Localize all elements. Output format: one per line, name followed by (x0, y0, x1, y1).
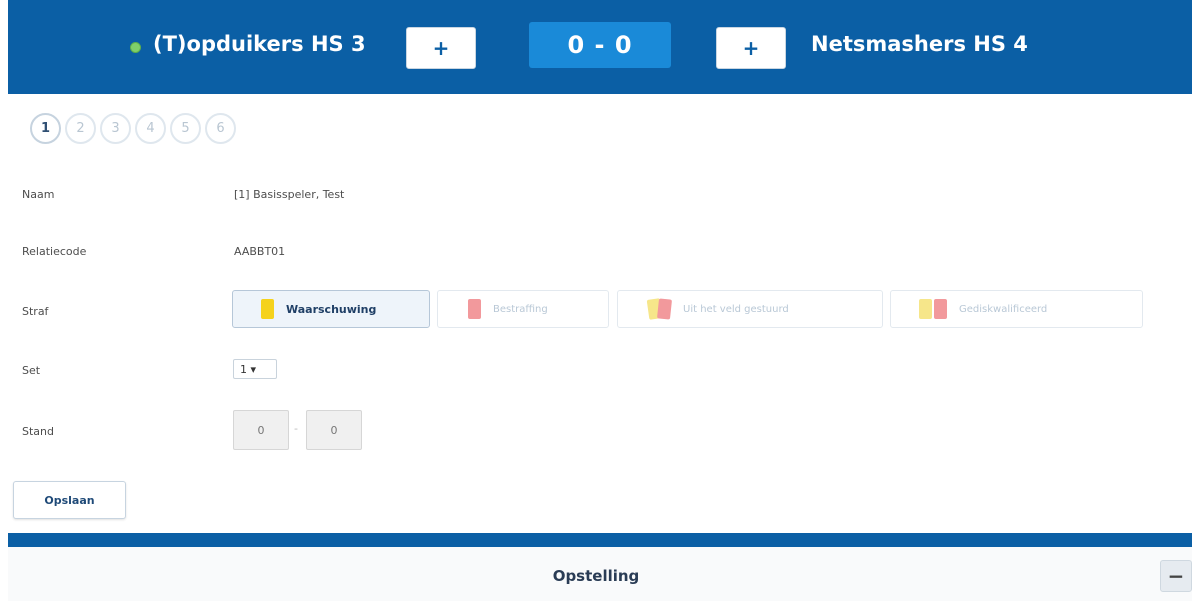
penalty-disqualified-button[interactable]: Gediskwalificeerd (890, 290, 1143, 328)
penalty-warning-label: Waarschuwing (286, 302, 377, 316)
penalty-warning-button[interactable]: Waarschuwing (232, 290, 430, 328)
set-tab-6[interactable]: 6 (205, 113, 236, 144)
set-tab-1[interactable]: 1 (30, 113, 61, 144)
home-add-point-button[interactable]: + (406, 27, 476, 69)
set-tab-4[interactable]: 4 (135, 113, 166, 144)
score-label: Stand (22, 425, 54, 438)
penalty-punishment-label: Bestraffing (493, 303, 548, 315)
relation-code-value: AABBT01 (234, 245, 286, 258)
penalty-label: Straf (22, 305, 49, 318)
yellow-card-icon (261, 299, 274, 319)
set-tab-3[interactable]: 3 (100, 113, 131, 144)
save-button[interactable]: Opslaan (13, 481, 126, 519)
set-label: Set (22, 364, 41, 377)
lineup-section-title: Opstelling (552, 567, 640, 585)
relation-code-label: Relatiecode (22, 245, 87, 258)
score-separator: - (294, 422, 298, 435)
penalty-sent-off-label: Uit het veld gestuurd (683, 303, 789, 315)
set-select[interactable]: 1 ▾ (233, 359, 277, 379)
away-score-input[interactable]: 0 (306, 410, 362, 450)
penalty-sent-off-button[interactable]: Uit het veld gestuurd (617, 290, 883, 328)
red-card-icon (468, 299, 481, 319)
home-team-name: (T)opduikers HS 3 (153, 32, 366, 56)
yellow-card-icon (919, 299, 932, 319)
penalty-punishment-button[interactable]: Bestraffing (437, 290, 609, 328)
set-tab-5[interactable]: 5 (170, 113, 201, 144)
section-divider (8, 533, 1192, 547)
penalty-disqualified-label: Gediskwalificeerd (959, 303, 1048, 315)
match-score: 0 - 0 (529, 22, 671, 68)
set-tab-2[interactable]: 2 (65, 113, 96, 144)
away-add-point-button[interactable]: + (716, 27, 786, 69)
red-card-icon (656, 298, 673, 320)
name-value: [1] Basisspeler, Test (234, 188, 345, 201)
set-tabs: 1 2 3 4 5 6 (30, 113, 236, 144)
away-team-name: Netsmashers HS 4 (811, 32, 1028, 56)
home-score-input[interactable]: 0 (233, 410, 289, 450)
red-card-icon (934, 299, 947, 319)
name-label: Naam (22, 188, 55, 201)
status-dot-icon (130, 42, 141, 53)
collapse-button[interactable]: − (1160, 560, 1192, 592)
